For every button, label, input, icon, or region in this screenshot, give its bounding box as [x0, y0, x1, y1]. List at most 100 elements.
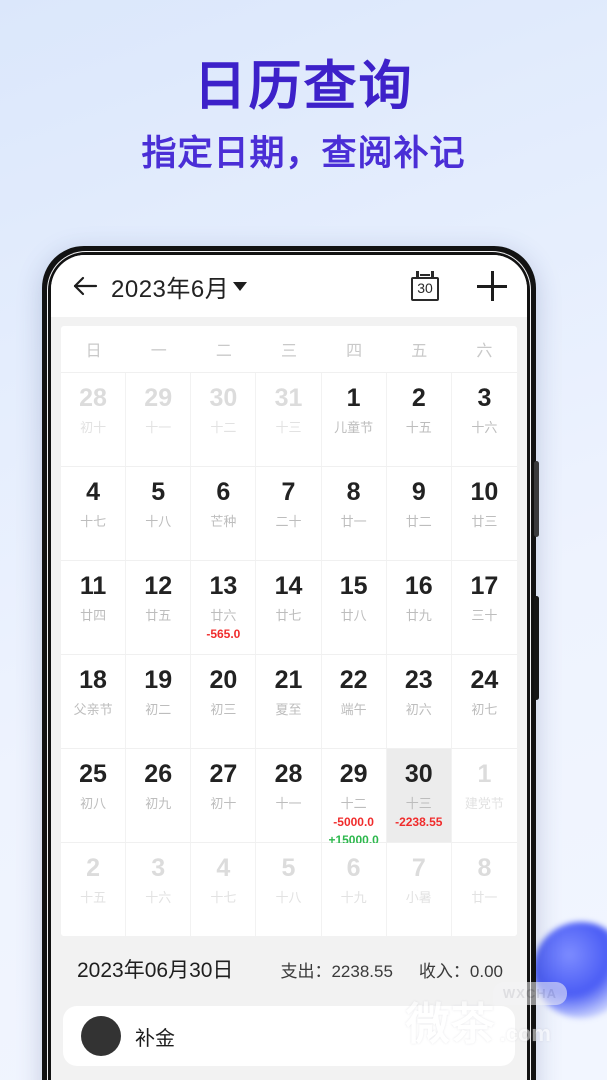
day-number: 30 [404, 760, 433, 788]
day-number: 19 [144, 666, 173, 694]
lunar-label: 十七 [210, 890, 237, 906]
calendar-day-cell[interactable]: 30 十三 -2238.55 [386, 749, 452, 842]
calendar-icon-day: 30 [417, 280, 433, 296]
summary-date: 2023年06月30日 [77, 959, 234, 982]
calendar-day-cell[interactable]: 5 十八 [126, 467, 192, 560]
day-number: 12 [144, 572, 173, 600]
lunar-label: 端午 [340, 702, 367, 718]
calendar-day-cell[interactable]: 5 十八 [256, 843, 322, 936]
calendar-day-cell[interactable]: 19 初二 [126, 655, 192, 748]
day-expense-amount: -565.0 [206, 627, 241, 642]
calendar-day-cell[interactable]: 28 初十 [61, 373, 127, 466]
calendar-day-cell[interactable]: 22 端午 [321, 655, 387, 748]
day-number: 4 [86, 478, 101, 506]
summary-income: 收入：0.00 [418, 961, 503, 981]
lunar-label: 夏至 [275, 702, 302, 718]
record-list-item[interactable]: 补金 [63, 1006, 515, 1066]
calendar-day-cell[interactable]: 29 十一 [126, 373, 192, 466]
calendar-day-cell[interactable]: 24 初七 [451, 655, 517, 748]
day-number: 24 [470, 666, 499, 694]
plus-icon[interactable] [477, 271, 507, 301]
lunar-label: 初三 [210, 702, 237, 718]
calendar-week-row: 11 廿四 12 廿五 13 廿六 -565.0 14 廿七 15 廿八 16 廿九 17 三十 [61, 560, 517, 654]
lunar-label: 建党节 [464, 796, 504, 812]
calendar-day-cell[interactable]: 8 廿一 [321, 467, 387, 560]
calendar-day-cell[interactable]: 20 初三 [191, 655, 257, 748]
lunar-label: 十一 [145, 420, 172, 436]
calendar-day-cell[interactable]: 13 廿六 -565.0 [191, 561, 257, 654]
day-number: 21 [274, 666, 303, 694]
app-bar: 2023年6月 30 [51, 255, 527, 317]
calendar-day-cell[interactable]: 16 廿九 [386, 561, 452, 654]
phone-power-button[interactable] [534, 596, 539, 700]
calendar-day-cell[interactable]: 6 十九 [321, 843, 387, 936]
day-number: 2 [86, 854, 101, 882]
lunar-label: 十六 [145, 890, 172, 906]
calendar-day-cell[interactable]: 6 芒种 [191, 467, 257, 560]
day-number: 22 [339, 666, 368, 694]
calendar-day-cell[interactable]: 10 廿三 [451, 467, 517, 560]
calendar-day-cell[interactable]: 9 廿二 [386, 467, 452, 560]
calendar-day-cell[interactable]: 4 十七 [61, 467, 127, 560]
calendar-day-cell[interactable]: 30 十二 [191, 373, 257, 466]
calendar-day-cell[interactable]: 28 十一 [256, 749, 322, 842]
day-number: 2 [411, 384, 426, 412]
day-number: 25 [79, 760, 107, 788]
phone-volume-button[interactable] [534, 461, 539, 537]
calendar-day-cell[interactable]: 3 十六 [451, 373, 517, 466]
calendar-day-cell[interactable]: 3 十六 [126, 843, 192, 936]
calendar-day-cell[interactable]: 11 廿四 [61, 561, 127, 654]
calendar-container: 日一二三四五六 28 初十 29 十一 30 十二 31 十三 1 儿童节 2 十五 3 十六 4 十七 5 十八… [51, 317, 527, 936]
calendar-day-cell[interactable]: 18 父亲节 [61, 655, 127, 748]
calendar-day-cell[interactable]: 27 初十 [191, 749, 257, 842]
lunar-label: 十八 [275, 890, 302, 906]
calendar-day-cell[interactable]: 25 初八 [61, 749, 127, 842]
calendar-day-cell[interactable]: 15 廿八 [321, 561, 387, 654]
calendar-day-cell[interactable]: 2 十五 [61, 843, 127, 936]
calendar-day-cell[interactable]: 14 廿七 [256, 561, 322, 654]
calendar-day-cell[interactable]: 2 十五 [386, 373, 452, 466]
calendar-card: 日一二三四五六 28 初十 29 十一 30 十二 31 十三 1 儿童节 2 十五 3 十六 4 十七 5 十八… [61, 326, 517, 936]
calendar-day-cell[interactable]: 7 二十 [256, 467, 322, 560]
day-number: 26 [144, 760, 173, 788]
calendar-week-row: 28 初十 29 十一 30 十二 31 十三 1 儿童节 2 十五 3 十六 [61, 372, 517, 466]
lunar-label: 十一 [275, 796, 302, 812]
weekday-header: 日一二三四五六 [61, 326, 517, 372]
calendar-week-row: 18 父亲节 19 初二 20 初三 21 夏至 22 端午 23 初六 24 初七 [61, 654, 517, 748]
day-number: 4 [216, 854, 231, 882]
lunar-label: 二十 [275, 514, 302, 530]
arrow-left-icon[interactable] [71, 272, 99, 300]
calendar-icon[interactable]: 30 [411, 271, 439, 301]
lunar-label: 三十 [471, 608, 498, 624]
calendar-day-cell[interactable]: 1 儿童节 [321, 373, 387, 466]
lunar-label: 初十 [80, 420, 107, 436]
month-selector[interactable]: 2023年6月 [111, 269, 248, 304]
lunar-label: 初八 [80, 796, 107, 812]
chevron-down-icon [233, 281, 248, 291]
calendar-day-cell[interactable]: 12 廿五 [126, 561, 192, 654]
lunar-label: 廿七 [275, 608, 302, 624]
day-number: 27 [209, 760, 238, 788]
plus-icon-vertical [491, 271, 494, 301]
day-number: 5 [281, 854, 296, 882]
day-number: 17 [470, 572, 499, 600]
phone-mockup: 2023年6月 30 日一二三四五六 28 初十 29 十一 30 十二 31 十三 1 儿童节 2… [42, 246, 539, 1080]
day-number: 29 [144, 384, 173, 412]
lunar-label: 廿二 [405, 514, 432, 530]
day-number: 18 [79, 666, 107, 694]
calendar-day-cell[interactable]: 17 三十 [451, 561, 517, 654]
calendar-day-cell[interactable]: 4 十七 [191, 843, 257, 936]
decorative-orb [533, 922, 607, 1018]
lunar-label: 十三 [405, 796, 432, 812]
day-number: 8 [477, 854, 492, 882]
calendar-day-cell[interactable]: 21 夏至 [256, 655, 322, 748]
calendar-day-cell[interactable]: 23 初六 [386, 655, 452, 748]
calendar-day-cell[interactable]: 8 廿一 [451, 843, 517, 936]
calendar-day-cell[interactable]: 31 十三 [256, 373, 322, 466]
calendar-day-cell[interactable]: 29 十二 -5000.0 +15000.0 [321, 749, 387, 847]
calendar-day-cell[interactable]: 26 初九 [126, 749, 192, 842]
calendar-day-cell[interactable]: 1 建党节 [451, 749, 517, 842]
lunar-label: 初九 [145, 796, 172, 812]
calendar-day-cell[interactable]: 7 小暑 [386, 843, 452, 936]
day-number: 15 [339, 572, 368, 600]
